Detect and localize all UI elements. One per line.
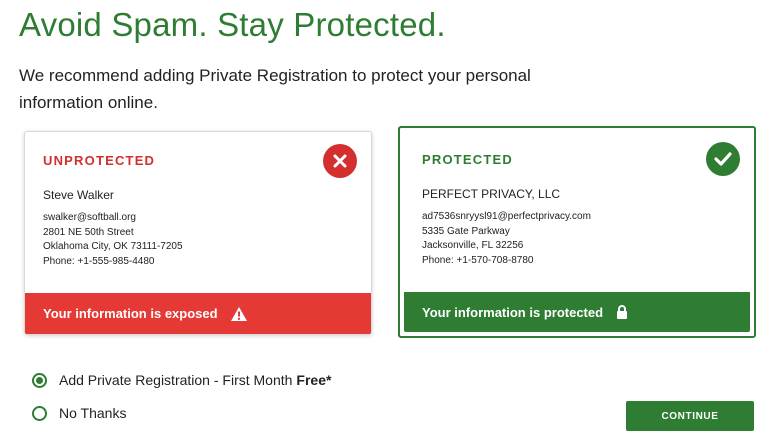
contact-email: ad7536snryysl91@perfectprivacy.com <box>422 211 591 222</box>
option-add-private-registration[interactable]: Add Private Registration - First Month F… <box>32 368 331 392</box>
option-no-thanks-label: No Thanks <box>59 405 127 421</box>
protected-banner: Your information is protected <box>404 292 750 332</box>
option-no-thanks[interactable]: No Thanks <box>32 401 331 425</box>
protected-card: PROTECTED PERFECT PRIVACY, LLC ad7536snr… <box>398 126 756 338</box>
page-title: Avoid Spam. Stay Protected. <box>19 6 446 43</box>
check-icon <box>706 142 740 176</box>
contact-phone: Phone: +1-555-985-4480 <box>43 255 155 267</box>
contact-email: swalker@softball.org <box>43 212 136 223</box>
unprotected-card: UNPROTECTED Steve Walker swalker@softbal… <box>24 131 372 335</box>
continue-button[interactable]: CONTINUE <box>626 401 754 431</box>
radio-no-thanks[interactable] <box>32 405 47 421</box>
contact-address-line1: 5335 Gate Parkway <box>422 225 510 237</box>
contact-address-line2: Oklahoma City, OK 73111-7205 <box>43 241 183 252</box>
contact-name: Steve Walker <box>43 188 114 202</box>
registration-options: Add Private Registration - First Month F… <box>32 368 331 434</box>
exposed-banner-text: Your information is exposed <box>43 306 218 321</box>
contact-address-line1: 2801 NE 50th Street <box>43 226 134 238</box>
page-subtitle: We recommend adding Private Registration… <box>19 66 531 112</box>
free-emphasis: Free* <box>296 372 332 388</box>
protected-banner-text: Your information is protected <box>422 304 604 320</box>
contact-details: swalker@softball.org 2801 NE 50th Street… <box>43 211 183 269</box>
radio-add-private-registration[interactable] <box>32 372 47 388</box>
contact-address-line2: Jacksonville, FL 32256 <box>422 240 524 251</box>
protected-status-label: PROTECTED <box>422 152 513 167</box>
warning-icon <box>230 306 248 322</box>
contact-details: ad7536snryysl91@perfectprivacy.com 5335 … <box>422 210 591 268</box>
private-registration-page: Avoid Spam. Stay Protected. We recommend… <box>0 0 775 441</box>
contact-name: PERFECT PRIVACY, LLC <box>422 187 561 201</box>
lock-icon <box>615 304 629 320</box>
unprotected-status-label: UNPROTECTED <box>43 153 156 168</box>
exposed-banner: Your information is exposed <box>25 293 371 334</box>
contact-phone: Phone: +1-570-708-8780 <box>422 254 534 266</box>
x-icon <box>323 144 357 178</box>
option-add-private-registration-label: Add Private Registration - First Month <box>59 372 293 388</box>
